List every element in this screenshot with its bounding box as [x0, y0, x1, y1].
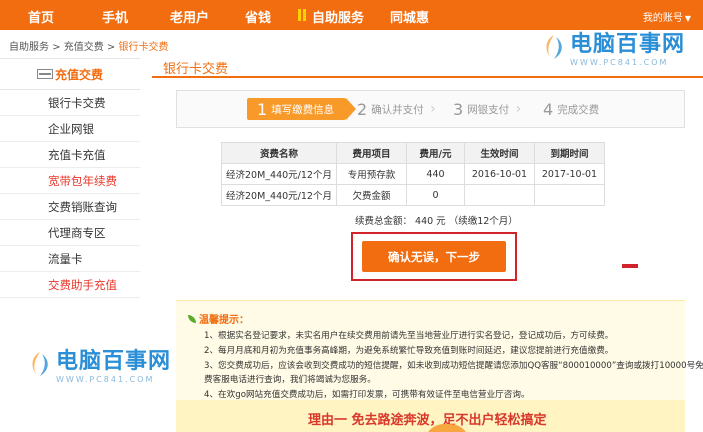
- step-label: 网银支付: [467, 103, 510, 116]
- breadcrumb: 自助服务 > 充值交费 > 银行卡交费: [9, 38, 169, 53]
- chevron-right-icon: ›: [430, 101, 436, 117]
- watermark-logo: 电脑百事网 WWW.PC841.COM: [540, 26, 685, 67]
- nav-item-home[interactable]: 首页: [28, 7, 54, 26]
- total-amount: 续费总金额： 440 元 （续缴12个月）: [355, 216, 518, 227]
- tip-line: 3、您交费成功后，应该会收到交费成功的短信提醒，如未收到成功短信提醒请您添加QQ…: [204, 361, 703, 371]
- watermark-name: 电脑百事网: [570, 32, 686, 57]
- breadcrumb-recharge[interactable]: 充值交费: [64, 42, 104, 53]
- tips-panel: 温馨提示： 1、根据实名登记要求，未实名用户在续交费用前请先至当地营业厅进行实名…: [176, 300, 703, 400]
- tip-line: 4、在欢go网站充值交费成功后，如需打印发票，可携带有效证件至电信营业厅咨询。: [204, 390, 530, 400]
- nav-item-mobile[interactable]: 手机: [102, 7, 128, 26]
- chevron-right-icon: ›: [515, 101, 522, 117]
- sidebar-item-recharge-card[interactable]: 充值卡充值: [0, 142, 140, 168]
- watermark-logo: 电脑百事网 WWW.PC841.COM: [26, 343, 171, 384]
- step-progress: 1 填写缴费信息 2 确认并支付 › 3 网银支付 › 4 完成交费: [176, 90, 685, 128]
- page-title: 银行卡交费: [163, 62, 229, 77]
- tip-line: 1、根据实名登记要求，未实名用户在续交费用前请先至当地营业厅进行实名登记，登记成…: [204, 331, 614, 341]
- breadcrumb-self-service[interactable]: 自助服务: [9, 42, 49, 53]
- step-1: 1 填写缴费信息: [247, 98, 357, 120]
- nav-item-save-money[interactable]: 省钱: [245, 7, 271, 26]
- account-menu[interactable]: 我的账号 ▼: [643, 9, 691, 24]
- table-cell: 经济20M_440元/12个月: [221, 184, 337, 206]
- sidebar-item-payment-query[interactable]: 交费销账查询: [0, 194, 140, 220]
- column-header: 资费名称: [221, 142, 337, 164]
- column-header: 生效时间: [464, 142, 535, 164]
- sidebar-header-label: 充值交费: [54, 67, 103, 82]
- table-cell: 440: [406, 163, 465, 185]
- step-number: 2: [357, 99, 368, 119]
- tips-title: 温馨提示：: [188, 311, 249, 326]
- step-number: 3: [453, 99, 464, 119]
- step-number: 1: [257, 99, 268, 119]
- watermark-url: WWW.PC841.COM: [56, 375, 155, 384]
- pc841-logo-icon: [32, 351, 48, 376]
- nav-item-local-deals[interactable]: 同城惠: [390, 7, 429, 26]
- nav-item-self-service[interactable]: 自助服务: [312, 7, 364, 26]
- leaf-icon: [188, 314, 196, 323]
- table-cell: [464, 184, 535, 206]
- nav-divider-bar: [298, 9, 301, 21]
- tips-title-label: 温馨提示：: [199, 315, 249, 326]
- title-divider: [152, 76, 703, 78]
- step-number: 4: [543, 99, 554, 119]
- sidebar-item-data-card[interactable]: 流量卡: [0, 246, 140, 272]
- table-cell: [534, 184, 605, 206]
- breadcrumb-separator: >: [103, 42, 119, 53]
- nav-item-old-users[interactable]: 老用户: [170, 7, 209, 26]
- table-cell: 欠费金额: [336, 184, 407, 206]
- table-row: 经济20M_440元/12个月 欠费金额 0: [221, 184, 605, 206]
- pc841-logo-icon: [546, 34, 562, 59]
- table-cell: 专用预存款: [336, 163, 407, 185]
- watermark-url: WWW.PC841.COM: [570, 58, 669, 67]
- column-header: 费用项目: [336, 142, 407, 164]
- sidebar-item-bank-card[interactable]: 银行卡交费: [0, 90, 140, 116]
- breadcrumb-separator: >: [49, 42, 64, 53]
- step-label: 填写缴费信息: [271, 103, 335, 116]
- chevron-down-icon: ▼: [684, 14, 691, 23]
- step-3: 3 网银支付 ›: [453, 98, 521, 120]
- table-cell: 2017-10-01: [534, 163, 605, 185]
- sidebar-item-corporate-banking[interactable]: 企业网银: [0, 116, 140, 142]
- sidebar-item-payment-assistant[interactable]: 交费助手充值: [0, 272, 140, 298]
- promo-banner: 理由一 免去路途奔波，足不出户轻松搞定: [176, 400, 685, 432]
- step-label: 完成交费: [557, 103, 600, 116]
- breadcrumb-current: 银行卡交费: [118, 42, 169, 53]
- nav-divider-bar: [303, 9, 306, 21]
- table-cell: 经济20M_440元/12个月: [221, 163, 337, 185]
- red-marker: [622, 264, 638, 268]
- column-header: 到期时间: [534, 142, 605, 164]
- tip-line: 费客服电话进行查询，我们将竭诚为您服务。: [204, 375, 376, 385]
- banner-slogan: 理由一 免去路途奔波，足不出户轻松搞定: [308, 413, 547, 428]
- step-2: 2 确认并支付 ›: [357, 98, 436, 120]
- confirm-next-button[interactable]: 确认无误，下一步: [362, 241, 506, 272]
- tip-line: 2、每月月底和月初为充值事务高峰期，为避免系统繁忙导致充值到账时间延迟，建议您提…: [204, 346, 614, 356]
- fee-table: 资费名称 费用项目 费用/元 生效时间 到期时间 经济20M_440元/12个月…: [221, 142, 605, 206]
- account-label: 我的账号: [642, 13, 683, 24]
- sidebar-item-agent-zone[interactable]: 代理商专区: [0, 220, 140, 246]
- table-header-row: 资费名称 费用项目 费用/元 生效时间 到期时间: [221, 142, 605, 164]
- sidebar-header: 充值交费: [0, 58, 140, 90]
- table-row: 经济20M_440元/12个月 专用预存款 440 2016-10-01 201…: [221, 163, 605, 185]
- table-cell: 2016-10-01: [464, 163, 535, 185]
- step-4: 4 完成交费: [543, 98, 599, 120]
- bank-card-icon: [36, 69, 53, 79]
- watermark-name: 电脑百事网: [56, 349, 172, 374]
- table-cell: 0: [406, 184, 465, 206]
- sidebar-item-broadband-renewal[interactable]: 宽带包年续费: [0, 168, 140, 194]
- step-label: 确认并支付: [371, 103, 424, 116]
- column-header: 费用/元: [406, 142, 465, 164]
